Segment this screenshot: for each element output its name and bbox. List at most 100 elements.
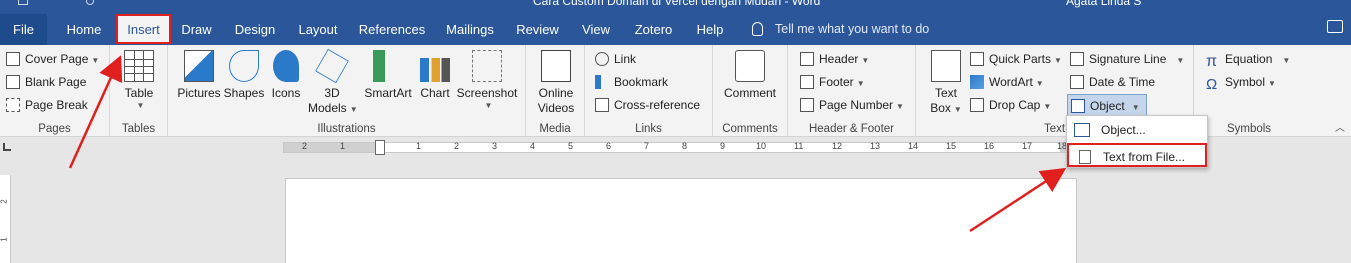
group-label-illustrations: Illustrations	[317, 123, 376, 135]
table-button[interactable]: Table ▼	[120, 47, 158, 110]
tab-help[interactable]: Help	[688, 14, 732, 45]
tell-me-text: Tell me what you want to do	[775, 22, 930, 36]
group-header-footer: Header ▼ Footer ▼ Page Number ▼ Header & Fo…	[788, 45, 916, 137]
save-icon[interactable]	[18, 0, 28, 5]
document-page[interactable]	[285, 178, 1077, 263]
wordart-icon	[970, 75, 984, 89]
shapes-button[interactable]: Shapes	[223, 47, 265, 101]
page-break-icon	[6, 98, 20, 112]
quick-parts-button[interactable]: Quick Parts ▼	[970, 48, 1062, 70]
tab-mailings[interactable]: Mailings	[439, 14, 501, 45]
header-icon	[800, 52, 814, 66]
table-icon	[124, 50, 154, 82]
bookmark-button[interactable]: Bookmark	[595, 71, 668, 93]
calendar-icon	[1070, 75, 1084, 89]
tab-insert[interactable]: Insert	[116, 14, 171, 44]
group-label-tables: Tables	[121, 123, 156, 135]
screenshot-button[interactable]: Screenshot ▼	[456, 47, 518, 110]
group-illustrations: Pictures Shapes Icons 3D Models ▼ SmartAr…	[168, 45, 526, 137]
link-icon	[595, 52, 609, 66]
header-button[interactable]: Header ▼	[800, 48, 869, 70]
online-video-icon	[541, 50, 571, 82]
tab-selector-icon[interactable]	[3, 143, 11, 151]
user-name[interactable]: Agata Linda S	[1066, 0, 1141, 8]
comment-button[interactable]: Comment	[719, 47, 781, 101]
tab-file[interactable]: File	[0, 14, 47, 45]
cross-reference-icon	[595, 98, 609, 112]
icons-icon	[273, 50, 299, 82]
3d-models-button[interactable]: 3D Models ▼	[308, 47, 358, 117]
group-label-pages: Pages	[38, 123, 71, 135]
tab-references[interactable]: References	[354, 14, 430, 45]
collapse-ribbon-icon[interactable]: ︿	[1335, 119, 1345, 134]
object-icon	[1074, 123, 1090, 137]
date-time-button[interactable]: Date & Time	[1070, 71, 1155, 93]
screenshot-icon	[472, 50, 502, 82]
signature-line-icon	[1070, 52, 1084, 66]
tab-zotero[interactable]: Zotero	[626, 14, 681, 45]
smartart-icon	[373, 50, 403, 82]
menu-item-text-from-file[interactable]: Text from File...	[1067, 143, 1207, 167]
object-icon	[1071, 99, 1085, 113]
quick-parts-icon	[970, 52, 984, 66]
signature-line-button[interactable]: Signature Line ▼	[1070, 48, 1184, 70]
group-links: Link Bookmark Cross-reference Links	[585, 45, 713, 137]
pictures-button[interactable]: Pictures	[176, 47, 222, 101]
group-media: Online Videos Media	[526, 45, 585, 137]
page-number-button[interactable]: Page Number ▼	[800, 94, 904, 116]
text-box-button[interactable]: Text Box ▼	[926, 47, 966, 117]
bookmark-icon	[595, 75, 609, 89]
chart-button[interactable]: Chart	[416, 47, 454, 101]
pi-icon: π	[1206, 53, 1218, 70]
drop-cap-icon	[970, 98, 984, 112]
vertical-ruler[interactable]: 2 1	[0, 175, 11, 263]
ribbon-tab-bar: File Home Insert Draw Design Layout Refe…	[0, 14, 1351, 45]
icons-button[interactable]: Icons	[268, 47, 304, 101]
object-button[interactable]: Object ▼	[1067, 94, 1147, 116]
page-break-button[interactable]: Page Break	[6, 94, 88, 116]
group-label-media: Media	[539, 123, 571, 135]
group-comments: Comment Comments	[713, 45, 788, 137]
text-box-icon	[931, 50, 961, 82]
shapes-icon	[229, 50, 259, 82]
cover-page-icon	[6, 52, 20, 66]
tab-design[interactable]: Design	[228, 14, 282, 45]
online-videos-button[interactable]: Online Videos	[534, 47, 578, 116]
tab-layout[interactable]: Layout	[290, 14, 346, 45]
cover-page-button[interactable]: Cover Page ▼	[6, 48, 99, 70]
group-label-header-footer: Header & Footer	[808, 123, 894, 135]
group-symbols: π Equation ▼ Ω Symbol ▼ Symbols	[1194, 45, 1304, 137]
tab-home[interactable]: Home	[58, 14, 110, 45]
equation-button[interactable]: π Equation ▼	[1206, 48, 1290, 70]
window-title: Cara Custom Domain di Vercel dengan Muda…	[533, 0, 821, 8]
comment-icon[interactable]	[1327, 20, 1343, 33]
smartart-button[interactable]: SmartArt	[360, 47, 416, 101]
symbol-button[interactable]: Ω Symbol ▼	[1206, 71, 1276, 93]
omega-icon: Ω	[1206, 76, 1218, 93]
title-bar: Cara Custom Domain di Vercel dengan Muda…	[0, 0, 1351, 14]
tell-me-search[interactable]: Tell me what you want to do	[752, 14, 929, 45]
text-file-icon	[1079, 150, 1091, 164]
tab-draw[interactable]: Draw	[174, 14, 219, 45]
footer-button[interactable]: Footer ▼	[800, 71, 865, 93]
object-dropdown-menu: Object... Text from File...	[1066, 115, 1208, 168]
chart-icon	[420, 58, 450, 82]
horizontal-ruler[interactable]: 2 1 1 2 3 4 5 6 7 8 9 10 11 12 13 14 15 …	[283, 140, 1075, 155]
tab-view[interactable]: View	[574, 14, 618, 45]
footer-icon	[800, 75, 814, 89]
indent-marker[interactable]	[375, 140, 385, 155]
tab-review[interactable]: Review	[510, 14, 565, 45]
group-pages: Cover Page ▼ Blank Page Page Break Pages	[0, 45, 110, 137]
blank-page-button[interactable]: Blank Page	[6, 71, 86, 93]
cross-reference-button[interactable]: Cross-reference	[595, 94, 700, 116]
drop-cap-button[interactable]: Drop Cap ▼	[970, 94, 1051, 116]
redo-icon[interactable]	[86, 0, 94, 5]
wordart-button[interactable]: WordArt ▼	[970, 71, 1044, 93]
link-button[interactable]: Link	[595, 48, 636, 70]
page-number-icon	[800, 98, 814, 112]
menu-item-object[interactable]: Object...	[1067, 118, 1207, 142]
group-tables: Table ▼ Tables	[110, 45, 168, 137]
new-comment-icon	[735, 50, 765, 82]
blank-page-icon	[6, 75, 20, 89]
lightbulb-icon	[752, 22, 763, 36]
